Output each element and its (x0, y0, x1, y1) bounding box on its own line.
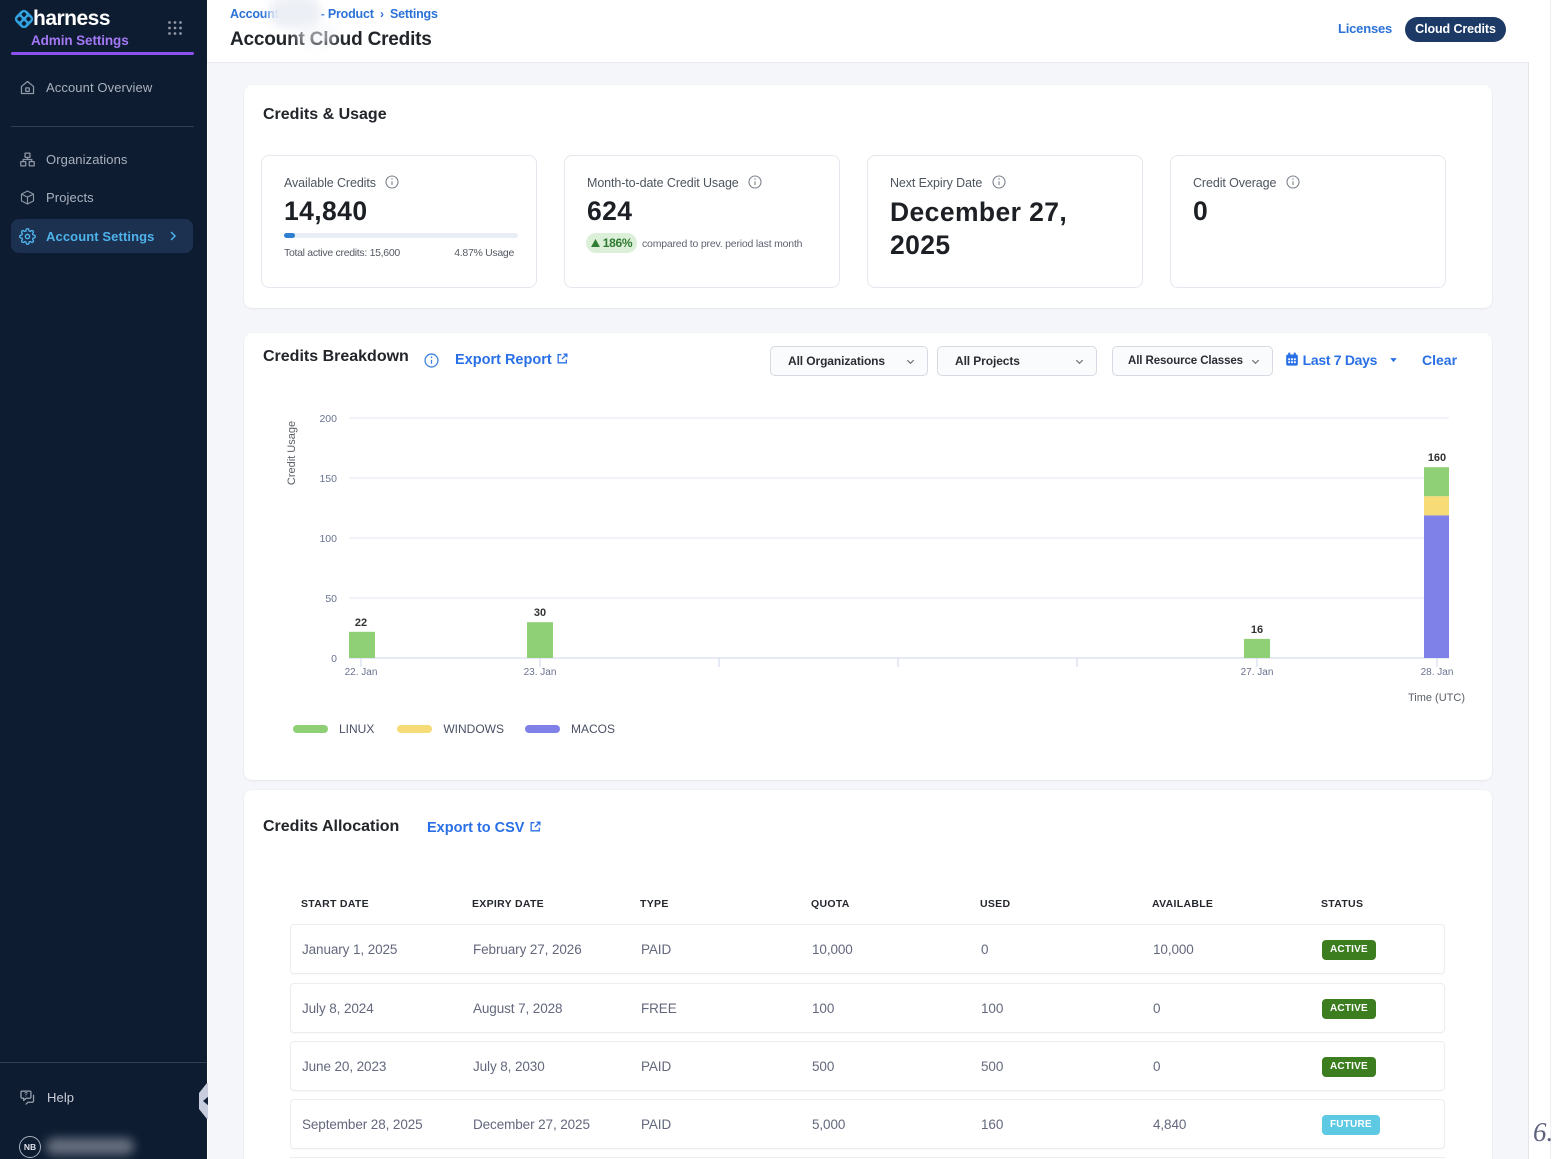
svg-text:?: ? (24, 1091, 28, 1098)
